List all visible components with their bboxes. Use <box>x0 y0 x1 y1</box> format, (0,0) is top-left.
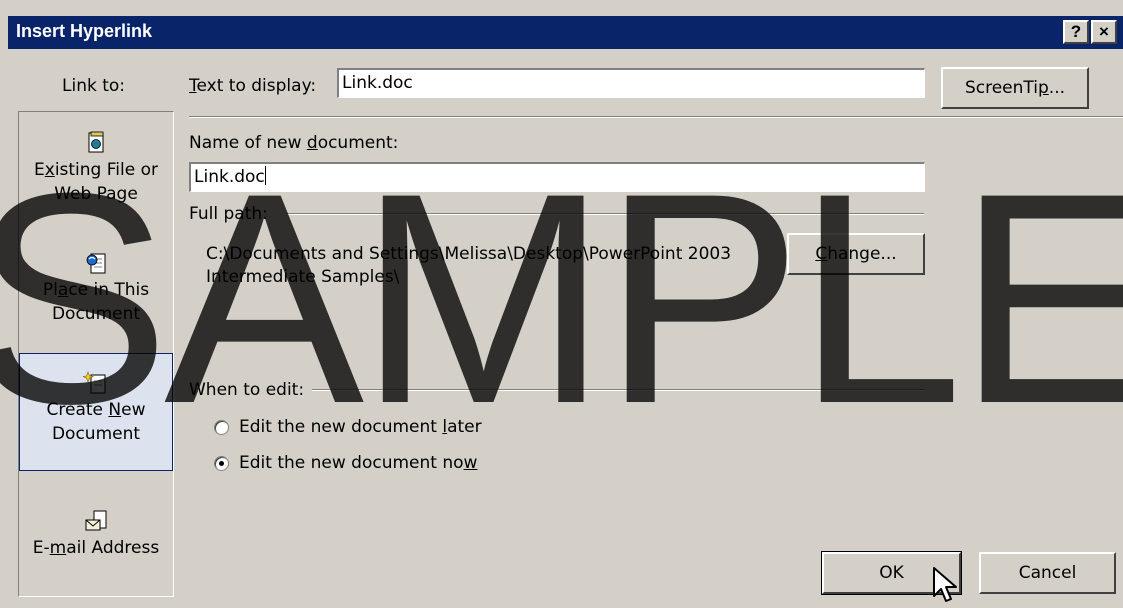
full-path-value-line2: Intermediate Samples\ <box>206 267 400 287</box>
sidebar-item-label: isting File or <box>54 160 158 180</box>
title-bar[interactable]: Insert Hyperlink ? × <box>8 16 1123 49</box>
edit-now-radio[interactable] <box>214 456 229 471</box>
sidebar-item-label: Web Page <box>54 184 138 204</box>
new-document-name-value: Link.doc <box>194 167 265 187</box>
email-address-icon <box>85 510 107 531</box>
change-button[interactable]: Change... <box>787 233 925 275</box>
screentip-button-label: ScreenTi <box>964 78 1038 98</box>
cancel-button-label: Cancel <box>1018 563 1077 583</box>
sidebar-item-label: a <box>57 280 69 300</box>
full-path-group-line <box>286 213 924 215</box>
help-button[interactable]: ? <box>1063 20 1089 44</box>
sidebar-item-label: ail Address <box>66 538 160 558</box>
link-to-sidebar: Existing File or Web Page Place in This … <box>18 111 174 597</box>
close-button[interactable]: × <box>1091 20 1117 44</box>
edit-later-label[interactable]: Edit the new document later <box>239 417 482 437</box>
sidebar-item-label: x <box>44 160 55 180</box>
edit-now-label[interactable]: Edit the new document now <box>239 453 477 473</box>
sidebar-item-create-new-document[interactable]: Create New Document <box>19 353 173 471</box>
new-document-name-label: Name of new document: <box>189 133 399 153</box>
edit-later-radio[interactable] <box>214 420 229 435</box>
create-new-document-icon <box>83 371 106 394</box>
when-to-edit-label: When to edit: <box>189 380 305 400</box>
insert-hyperlink-dialog: Insert Hyperlink ? × Link to: Existing F… <box>0 0 1123 608</box>
sidebar-item-label: ew <box>121 400 146 420</box>
cancel-button[interactable]: Cancel <box>979 552 1116 594</box>
dialog-title: Insert Hyperlink <box>16 21 153 41</box>
sidebar-item-label: E- <box>32 538 50 558</box>
place-in-document-icon <box>86 253 106 274</box>
sidebar-item-label: E <box>34 160 45 180</box>
sidebar-item-label: m <box>49 538 67 558</box>
when-to-edit-group-line <box>312 389 924 391</box>
text-to-display-label: Text to display: <box>189 76 317 96</box>
link-to-label: Link to: <box>62 76 126 96</box>
screentip-button-label: p <box>1038 78 1049 98</box>
sidebar-item-label: N <box>108 400 122 420</box>
sidebar-item-label: Document <box>51 304 141 324</box>
sidebar-item-label: Document <box>51 424 141 444</box>
sidebar-item-place-in-document[interactable]: Place in This Document <box>19 250 173 326</box>
change-button-label: C <box>815 244 828 264</box>
full-path-value-line1: C:\Documents and Settings\Melissa\Deskto… <box>206 244 732 264</box>
separator-line <box>189 116 1123 118</box>
ok-button-label: OK <box>879 563 904 583</box>
radio-selected-dot <box>219 461 224 466</box>
text-cursor <box>264 166 266 185</box>
full-path-label: Full path: <box>189 204 268 224</box>
sidebar-item-email-address[interactable]: E-mail Address <box>19 508 173 560</box>
existing-file-icon <box>88 131 104 153</box>
screentip-button[interactable]: ScreenTip... <box>941 67 1089 109</box>
close-icon: × <box>1099 22 1109 41</box>
help-icon: ? <box>1070 22 1082 41</box>
sidebar-item-label: Pl <box>42 280 58 300</box>
sidebar-item-label: ce in This <box>68 280 150 300</box>
mouse-pointer-icon <box>933 567 957 602</box>
sidebar-item-existing-file[interactable]: Existing File or Web Page <box>19 130 173 206</box>
text-to-display-input[interactable]: Link.doc <box>337 68 925 98</box>
new-document-name-input[interactable]: Link.doc <box>189 162 925 192</box>
sidebar-item-label: Create <box>46 400 109 420</box>
screentip-button-label: ... <box>1048 78 1066 98</box>
change-button-label: hange... <box>827 244 897 264</box>
